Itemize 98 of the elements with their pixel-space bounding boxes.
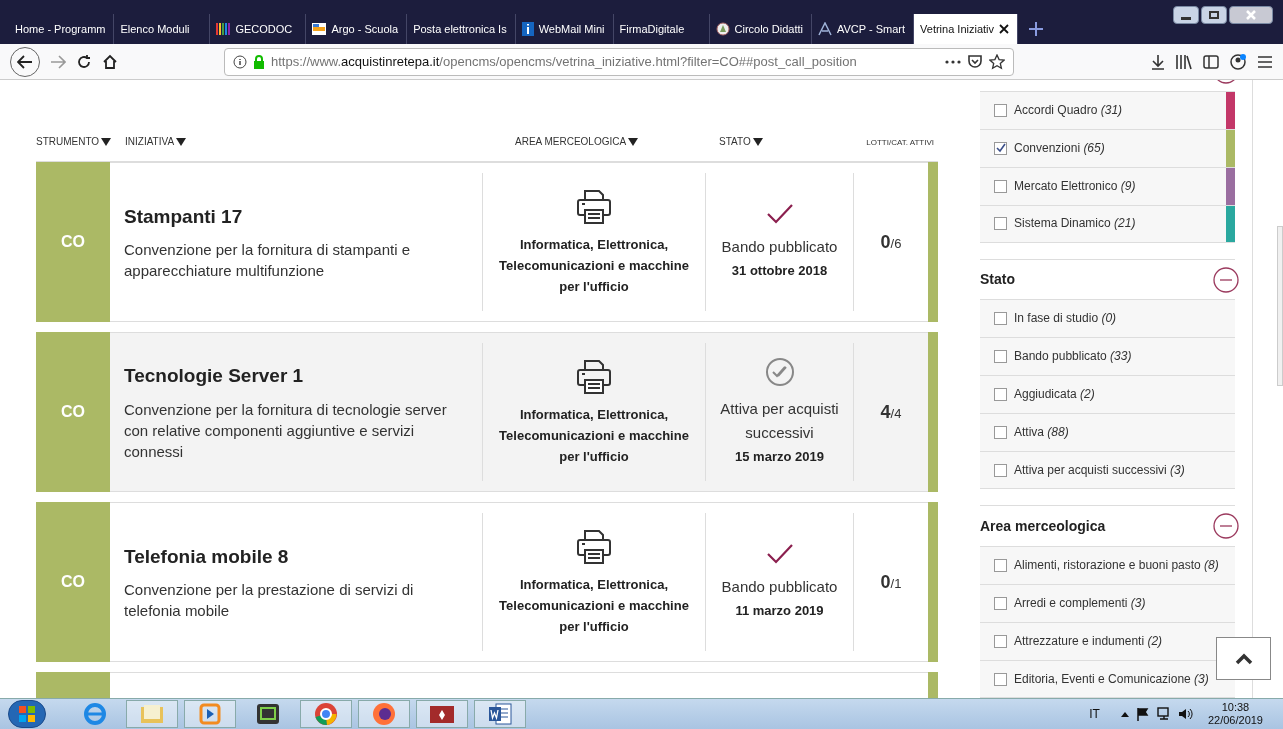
filter-heading: Stato xyxy=(980,270,1015,289)
scrollbar-thumb[interactable] xyxy=(1277,226,1283,386)
close-tab-icon[interactable] xyxy=(999,24,1009,34)
firefox-icon[interactable] xyxy=(358,700,410,728)
account-icon[interactable] xyxy=(1229,52,1247,71)
reload-icon[interactable] xyxy=(76,53,92,70)
initiative-description: Convenzione per la fornitura di tecnologie server con relative componenti aggiuntive e servizi connessi xyxy=(124,399,448,462)
printer-icon xyxy=(575,527,613,566)
checkbox[interactable] xyxy=(994,312,1007,326)
browser-tab[interactable]: Vetrina Iniziativ xyxy=(914,14,1018,44)
filter-option[interactable]: Aggiudicata (2) xyxy=(1014,384,1095,406)
initiative-card[interactable]: CO Telefonia mobile 8 Convenzione per la prestazione di servizi di telefonia mobile Informatica, Elettronica, Telecomunicazioni e macchine per l'ufficio Bando pubblicato 11 marzo 2019 0/1 xyxy=(36,502,938,662)
area-label: Informatica, Elettronica, Telecomunicazioni e macchine per l'ufficio xyxy=(498,575,690,636)
initiative-card[interactable] xyxy=(36,332,938,492)
start-button[interactable] xyxy=(8,700,46,728)
clock-date: 22/06/2019 xyxy=(1207,714,1263,727)
show-hidden-icons-icon[interactable] xyxy=(1119,710,1130,718)
more-icon[interactable] xyxy=(945,59,961,64)
status-date: 15 marzo 2019 xyxy=(735,448,824,467)
home-icon[interactable] xyxy=(102,53,118,70)
library-icon[interactable] xyxy=(1175,53,1193,70)
close-icon[interactable] xyxy=(1229,6,1273,24)
checkbox[interactable] xyxy=(994,672,1007,686)
column-header[interactable]: INIZIATIVA xyxy=(125,134,187,149)
initiative-title[interactable]: Tecnologie Server 1 xyxy=(124,362,474,391)
speaker-icon[interactable] xyxy=(1177,707,1194,721)
favicon-icon xyxy=(312,23,327,35)
network-icon[interactable] xyxy=(1155,707,1172,721)
initiative-description: Convenzione per la fornitura di stampanti e apparecchiature multifunzione xyxy=(124,240,411,282)
tool-tag: CO xyxy=(36,162,110,322)
checkbox[interactable] xyxy=(994,388,1007,402)
checkbox[interactable] xyxy=(994,559,1007,572)
filter-heading: Area merceologica xyxy=(980,516,1106,536)
checkbox[interactable] xyxy=(994,179,1007,193)
info-icon xyxy=(233,54,247,69)
lots-count: 0/1 xyxy=(880,570,902,594)
favicon-icon xyxy=(715,22,730,36)
checkbox[interactable] xyxy=(994,635,1007,648)
area-label: Informatica, Elettronica, Telecomunicazioni e macchine per l'ufficio xyxy=(498,405,690,466)
checkbox[interactable] xyxy=(994,141,1007,155)
area-label: Informatica, Elettronica, Telecomunicazioni e macchine per l'ufficio xyxy=(498,235,690,296)
favicon-icon xyxy=(521,22,534,36)
url-text: https://www.acquistinretepa.it/opencms/opencms/vetrina_iniziative.html?filter=CO##post_call_position xyxy=(271,52,857,71)
initiative-title[interactable]: Telefonia mobile 8 xyxy=(124,542,474,572)
checkbox[interactable] xyxy=(994,463,1007,477)
favicon-icon xyxy=(216,23,231,35)
media-player-icon[interactable] xyxy=(184,700,236,728)
collapse-icon[interactable] xyxy=(1213,513,1239,540)
flag-icon[interactable] xyxy=(1135,707,1150,721)
tool-tag: CO xyxy=(36,332,110,492)
windows-logo-icon xyxy=(18,705,36,723)
language-indicator[interactable]: IT xyxy=(1089,705,1100,723)
sort-arrow-icon xyxy=(752,137,763,146)
sort-arrow-icon xyxy=(101,137,112,146)
maximize-icon[interactable] xyxy=(1201,6,1227,24)
column-header[interactable]: AREA MERCEOLOGICA xyxy=(515,134,639,149)
column-header: LOTTI/CAT. ATTIVI xyxy=(866,137,934,149)
status-date: 31 ottobre 2018 xyxy=(731,262,828,281)
menu-icon[interactable] xyxy=(1257,54,1273,69)
status-label: Attiva per acquisti successivi xyxy=(719,399,840,444)
minimize-icon[interactable] xyxy=(1173,6,1199,24)
star-icon[interactable] xyxy=(989,53,1005,70)
address-bar[interactable]: https://www.acquistinretepa.it/opencms/opencms/vetrina_iniziative.html?filter=CO##post_call_position xyxy=(224,47,1014,76)
chrome-icon[interactable] xyxy=(300,700,352,728)
initiative-description: Convenzione per la prestazione di servizi di telefonia mobile xyxy=(124,580,415,622)
initiative-card[interactable]: CO Stampanti 17 Convenzione per la fornitura di stampanti e apparecchiature multifunzione Informatica, Elettronica, Telecomunicazioni e macchine per l'ufficio Bando pubblicato 31 ottobre 2018 0/6 xyxy=(36,162,938,322)
chevron-up-icon xyxy=(1234,652,1253,665)
forward-icon[interactable] xyxy=(50,54,66,69)
printer-icon xyxy=(575,357,613,396)
sort-arrow-icon xyxy=(176,137,187,146)
initiative-title[interactable]: Stampanti 17 xyxy=(124,202,474,232)
status-date: 11 marzo 2019 xyxy=(735,602,824,621)
sidebar-icon[interactable] xyxy=(1203,54,1219,69)
status-label: Bando pubblicato xyxy=(721,577,838,598)
printer-icon xyxy=(575,187,613,226)
column-header[interactable]: STATO xyxy=(719,134,763,149)
favicon-icon xyxy=(817,22,832,36)
briefcase-icon[interactable] xyxy=(416,700,468,728)
checkbox[interactable] xyxy=(994,597,1007,610)
tool-tag: CO xyxy=(36,502,110,662)
checkbox[interactable] xyxy=(994,217,1007,231)
sort-arrow-icon xyxy=(628,137,639,146)
status-label: Bando pubblicato xyxy=(721,237,838,258)
word-icon[interactable] xyxy=(474,700,526,728)
scroll-to-top-button[interactable] xyxy=(1216,637,1271,680)
back-arrow-icon xyxy=(17,54,33,69)
checkbox[interactable] xyxy=(994,350,1007,364)
pocket-icon[interactable] xyxy=(967,54,983,69)
lots-count: 0/6 xyxy=(880,230,902,254)
collapse-icon[interactable] xyxy=(1213,266,1239,293)
checkbox[interactable] xyxy=(994,103,1007,117)
filter-option[interactable]: Attiva (88) xyxy=(1014,422,1069,444)
download-icon[interactable] xyxy=(1151,53,1165,70)
padlock-icon xyxy=(253,54,265,69)
column-header[interactable]: STRUMENTO xyxy=(36,134,112,149)
lots-count: 4/4 xyxy=(880,400,902,424)
clock-time: 10:38 xyxy=(1221,701,1250,714)
checkbox[interactable] xyxy=(994,426,1007,440)
